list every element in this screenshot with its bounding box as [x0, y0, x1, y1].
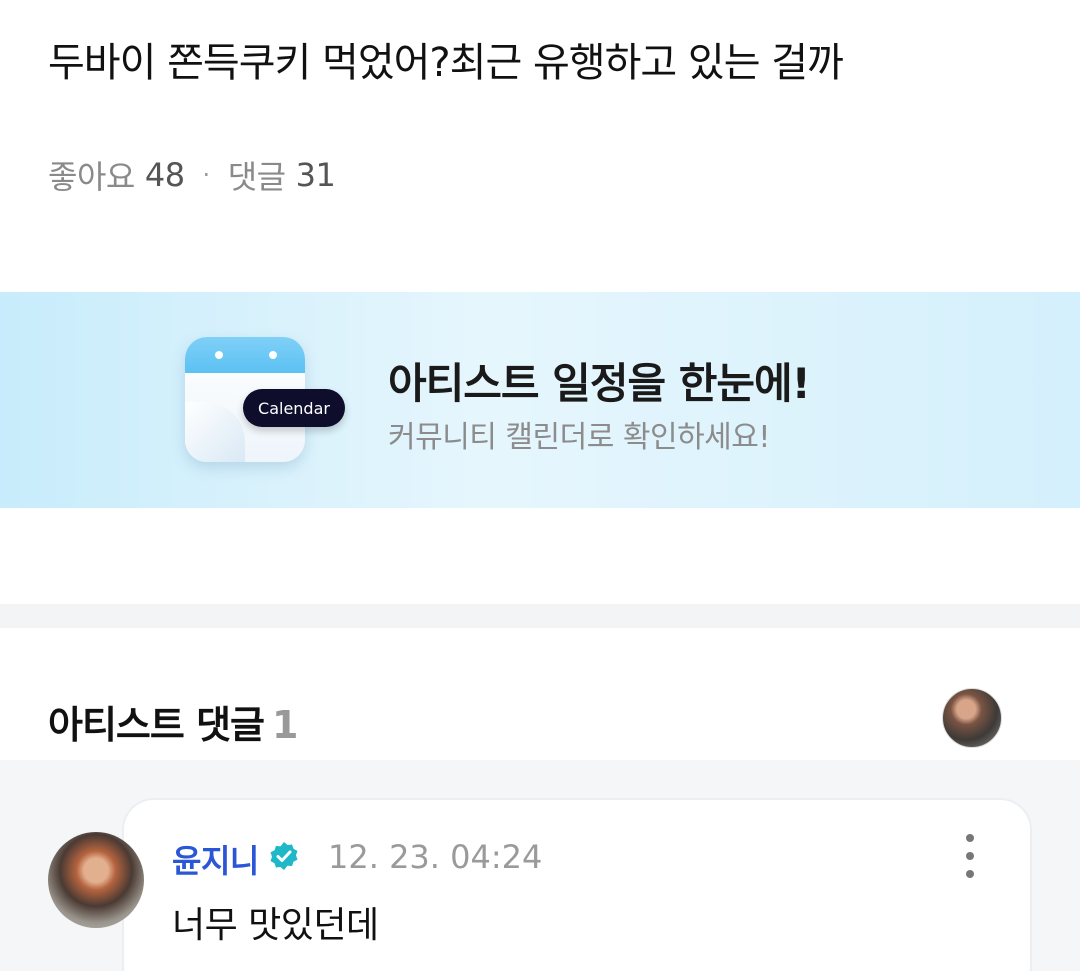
- stats-separator: ·: [202, 161, 211, 189]
- artist-comments-title: 아티스트 댓글: [48, 703, 265, 747]
- artist-comments-header: 아티스트 댓글 1: [48, 694, 298, 749]
- banner-subtitle: 커뮤니티 캘린더로 확인하세요!: [388, 420, 770, 455]
- post-stats: 좋아요 48 · 댓글 31: [48, 152, 336, 198]
- comment-text: 너무 맛있던데: [172, 905, 379, 946]
- verified-badge-icon: [270, 842, 298, 870]
- comment-author-avatar[interactable]: [48, 832, 144, 928]
- comments-label[interactable]: 댓글: [228, 152, 286, 198]
- calendar-badge: Calendar: [243, 389, 345, 427]
- comment-timestamp: 12. 23. 04:24: [328, 838, 543, 876]
- more-vertical-icon[interactable]: [954, 834, 986, 878]
- comments-count: 31: [295, 156, 336, 194]
- calendar-promo-banner[interactable]: Calendar 아티스트 일정을 한눈에! 커뮤니티 캘린더로 확인하세요!: [0, 292, 1080, 508]
- section-divider: [0, 604, 1080, 628]
- post-title: 두바이 쫀득쿠키 먹었어?최근 유행하고 있는 걸까: [48, 40, 844, 86]
- likes-label[interactable]: 좋아요: [48, 152, 135, 198]
- banner-title: 아티스트 일정을 한눈에!: [388, 359, 811, 408]
- likes-count: 48: [144, 156, 185, 194]
- comment-author-name[interactable]: 윤지니: [172, 836, 259, 882]
- artist-avatar-small[interactable]: [942, 688, 1002, 748]
- artist-comments-count: 1: [272, 703, 298, 747]
